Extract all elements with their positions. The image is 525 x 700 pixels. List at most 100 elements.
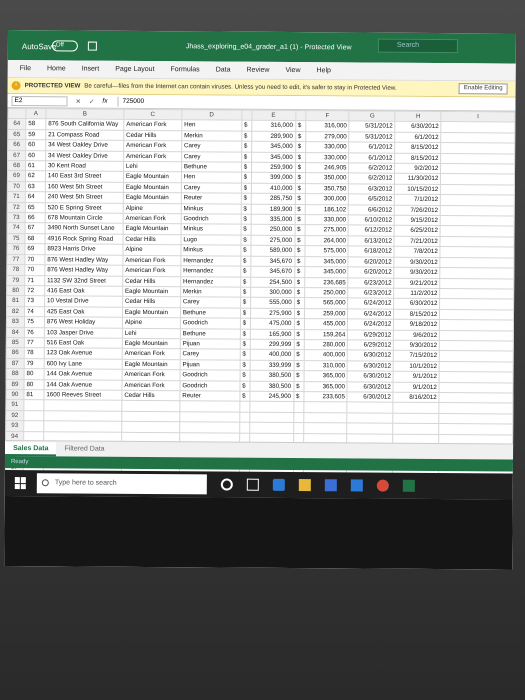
cell[interactable]: American Fork <box>123 119 182 131</box>
function-icon[interactable]: fx <box>102 98 107 105</box>
cell[interactable]: Pijuan <box>179 359 240 371</box>
cell[interactable]: 6/20/2012 <box>348 256 395 268</box>
cell[interactable]: 7/1/2012 <box>394 194 441 206</box>
cell[interactable] <box>347 412 394 424</box>
cell[interactable]: 9/30/2012 <box>394 267 441 279</box>
row-header[interactable]: 89 <box>5 379 25 390</box>
cell[interactable]: 316,000 <box>305 120 350 132</box>
cell[interactable]: Cedar Hills <box>121 390 180 402</box>
search-input[interactable]: Search <box>377 38 458 54</box>
cell[interactable]: $ <box>293 370 304 382</box>
cell[interactable]: $ <box>240 297 251 308</box>
cell[interactable] <box>439 423 513 435</box>
cell[interactable]: 246,905 <box>305 162 350 174</box>
cell[interactable]: Eagle Mountain <box>123 182 182 193</box>
cell[interactable]: 600 Ivy Lane <box>44 358 123 370</box>
cell[interactable] <box>440 278 514 289</box>
taskbar-search-input[interactable]: Type here to search <box>36 473 207 495</box>
cell[interactable] <box>303 412 348 424</box>
cell[interactable]: 60 <box>25 150 46 161</box>
cell[interactable]: 6/23/2012 <box>348 277 395 289</box>
row-header[interactable]: 81 <box>6 295 25 307</box>
cell[interactable]: 575,000 <box>304 245 349 257</box>
cell[interactable]: $ <box>293 339 304 350</box>
cell[interactable]: 8/15/2012 <box>394 152 441 164</box>
cell[interactable]: 245,900 <box>249 391 294 402</box>
cell[interactable]: American Fork <box>122 348 181 360</box>
cell[interactable]: Hen <box>181 120 242 131</box>
cell[interactable]: $ <box>240 245 251 256</box>
cell[interactable]: 79 <box>24 358 45 369</box>
cell[interactable]: 71 <box>24 275 45 286</box>
cell[interactable]: 34 West Oakley Drive <box>45 150 124 162</box>
cell[interactable]: American Fork <box>122 254 181 266</box>
cell[interactable]: 6/5/2012 <box>348 194 395 205</box>
cell[interactable]: $ <box>240 203 251 215</box>
cell[interactable]: Alpine <box>123 202 182 214</box>
row-header[interactable]: 68 <box>7 160 26 172</box>
cell[interactable]: 3490 North Sunset Lane <box>44 223 124 235</box>
row-header[interactable]: 80 <box>6 285 25 296</box>
cell[interactable]: 280,000 <box>303 339 348 351</box>
cell[interactable]: $ <box>239 380 250 392</box>
cell[interactable]: 9/1/2012 <box>393 371 440 383</box>
cell[interactable]: 9/15/2012 <box>394 215 441 226</box>
cell[interactable] <box>179 401 240 412</box>
cell[interactable]: Bethune <box>180 328 241 340</box>
row-header[interactable]: 91 <box>5 399 24 411</box>
cell[interactable]: Eagle Mountain <box>122 286 181 298</box>
cell[interactable] <box>239 411 250 423</box>
cell[interactable]: 345,000 <box>304 256 349 267</box>
cell[interactable]: $ <box>240 276 251 288</box>
cell[interactable] <box>439 382 514 394</box>
cell[interactable]: 285,750 <box>250 193 295 205</box>
cell[interactable]: Reuter <box>179 390 240 402</box>
column-header[interactable]: I <box>441 111 515 123</box>
cell[interactable]: 65 <box>25 202 46 213</box>
cell[interactable]: $ <box>240 255 251 267</box>
cell[interactable]: 6/30/2012 <box>347 360 394 372</box>
row-header[interactable]: 78 <box>6 264 25 276</box>
cell[interactable] <box>393 402 440 414</box>
cell[interactable]: 186,102 <box>304 204 349 215</box>
cell[interactable]: 555,000 <box>250 297 295 309</box>
cell[interactable]: $ <box>295 162 306 174</box>
column-header[interactable]: E <box>251 110 296 121</box>
cell[interactable]: $ <box>240 328 251 340</box>
cell[interactable]: Reuter <box>181 192 242 204</box>
cell[interactable]: 365,000 <box>303 381 348 392</box>
cell[interactable]: 5/31/2012 <box>349 131 396 143</box>
cell[interactable]: 345,000 <box>304 266 349 278</box>
cell[interactable] <box>440 257 514 269</box>
cell[interactable]: 123 Oak Avenue <box>44 348 123 360</box>
cell[interactable]: 4916 Rock Spring Road <box>44 233 123 245</box>
cell[interactable]: $ <box>294 266 305 278</box>
cell[interactable]: 70 <box>24 264 45 276</box>
cell[interactable]: 876 West Hadley Way <box>44 254 123 266</box>
cell[interactable]: Merkin <box>181 130 242 142</box>
row-header[interactable]: 75 <box>7 233 26 244</box>
cell[interactable]: 73 <box>24 295 45 307</box>
cell[interactable]: 34 West Oakley Drive <box>45 139 124 151</box>
cell[interactable]: 7/21/2012 <box>394 236 441 247</box>
cell[interactable]: Carey <box>180 297 241 308</box>
cell[interactable]: 1600 Reeves Street <box>43 389 122 401</box>
cell[interactable]: Eagle Mountain <box>122 359 181 370</box>
ribbon-tab-view[interactable]: View <box>277 67 308 74</box>
cell[interactable] <box>439 319 514 331</box>
cell[interactable]: 7/15/2012 <box>393 350 440 362</box>
cell[interactable] <box>393 412 440 424</box>
cortana-icon[interactable] <box>220 478 233 491</box>
cell[interactable]: 69 <box>24 243 45 255</box>
cell[interactable]: 6/10/2012 <box>348 214 395 226</box>
cell[interactable] <box>439 350 514 362</box>
row-header[interactable]: 90 <box>5 389 24 400</box>
cell[interactable]: 80 <box>24 368 45 380</box>
cell[interactable]: 76 <box>24 327 45 338</box>
cell[interactable]: 6/18/2012 <box>348 246 395 257</box>
cell[interactable]: 5/31/2012 <box>349 121 396 133</box>
cell[interactable]: 300,000 <box>250 287 295 298</box>
cell[interactable]: 6/30/2012 <box>347 350 394 361</box>
cell[interactable]: 259,000 <box>304 308 349 320</box>
row-header[interactable]: 65 <box>7 129 26 140</box>
